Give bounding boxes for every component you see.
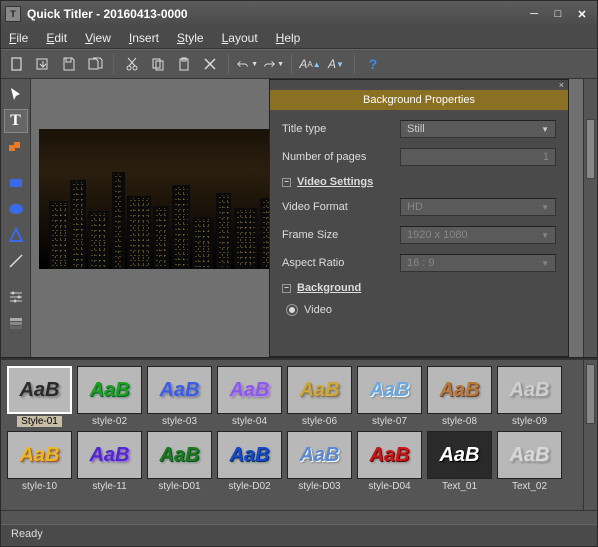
style-label: style-06 <box>302 416 337 427</box>
style-label: style-04 <box>232 416 267 427</box>
aspect-ratio-label: Aspect Ratio <box>282 257 392 269</box>
menu-view[interactable]: View <box>85 31 111 45</box>
properties-panel: × Background Properties Title type Still… <box>269 79 569 357</box>
paste-button[interactable] <box>172 52 196 76</box>
menu-help[interactable]: Help <box>276 31 301 45</box>
style-label: style-D01 <box>158 481 200 492</box>
copy-button[interactable] <box>146 52 170 76</box>
menu-insert[interactable]: Insert <box>129 31 159 45</box>
titlebar[interactable]: T Quick Titler - 20160413-0000 ─ □ ✕ <box>1 1 597 27</box>
save-as-button[interactable] <box>83 52 107 76</box>
bg-video-radio[interactable]: Video <box>286 304 556 316</box>
save-button[interactable] <box>57 52 81 76</box>
num-pages-input[interactable]: 1 <box>400 148 556 166</box>
style-thumb[interactable]: AaBstyle-09 <box>497 366 562 427</box>
canvas[interactable]: × Background Properties Title type Still… <box>31 79 583 357</box>
style-thumb[interactable]: AaBstyle-D01 <box>147 431 212 492</box>
style-label: Text_02 <box>512 481 547 492</box>
style-label: style-07 <box>372 416 407 427</box>
close-button[interactable]: ✕ <box>571 6 593 22</box>
menu-edit[interactable]: Edit <box>46 31 67 45</box>
style-gallery: AaBStyle-01AaBstyle-02AaBstyle-03AaBstyl… <box>1 358 597 510</box>
collapse-icon[interactable]: − <box>282 178 291 187</box>
style-thumb[interactable]: AaBText_01 <box>427 431 492 492</box>
toolbar: ▼ ▼ AA▲ A▼ ? <box>1 49 597 79</box>
triangle-tool[interactable] <box>4 223 28 247</box>
style-thumb[interactable]: AaBstyle-02 <box>77 366 142 427</box>
cut-button[interactable] <box>120 52 144 76</box>
video-format-label: Video Format <box>282 201 392 213</box>
panel-title: Background Properties <box>270 90 568 110</box>
gallery-vscrollbar[interactable] <box>583 360 597 510</box>
style-label: style-10 <box>22 481 57 492</box>
menu-style[interactable]: Style <box>177 31 204 45</box>
style-thumb[interactable]: AaBStyle-01 <box>7 366 72 427</box>
maximize-button[interactable]: □ <box>547 6 569 22</box>
style-thumb[interactable]: AaBstyle-08 <box>427 366 492 427</box>
style-thumb[interactable]: AaBText_02 <box>497 431 562 492</box>
style-thumb[interactable]: AaBstyle-04 <box>217 366 282 427</box>
video-preview <box>39 129 299 269</box>
video-format-select[interactable]: HD▼ <box>400 198 556 216</box>
style-label: style-09 <box>512 416 547 427</box>
layers-tool[interactable] <box>4 311 28 335</box>
minimize-button[interactable]: ─ <box>523 6 545 22</box>
style-label: style-D03 <box>298 481 340 492</box>
line-tool[interactable] <box>4 249 28 273</box>
video-settings-header[interactable]: − Video Settings <box>282 176 556 188</box>
settings-tool[interactable] <box>4 285 28 309</box>
style-label: style-08 <box>442 416 477 427</box>
background-header[interactable]: − Background <box>282 282 556 294</box>
ellipse-tool[interactable] <box>4 197 28 221</box>
menu-layout[interactable]: Layout <box>222 31 258 45</box>
frame-size-select[interactable]: 1920 x 1080▼ <box>400 226 556 244</box>
style-thumb[interactable]: AaBstyle-D04 <box>357 431 422 492</box>
text-size-up-button[interactable]: AA▲ <box>298 52 322 76</box>
style-label: style-D02 <box>228 481 270 492</box>
style-label: style-11 <box>92 481 126 492</box>
title-type-label: Title type <box>282 123 392 135</box>
open-button[interactable] <box>31 52 55 76</box>
style-label: style-D04 <box>368 481 410 492</box>
window-title: Quick Titler - 20160413-0000 <box>27 7 188 21</box>
app-icon: T <box>5 6 21 22</box>
style-thumb[interactable]: AaBstyle-D02 <box>217 431 282 492</box>
style-label: style-02 <box>92 416 127 427</box>
text-tool[interactable]: T <box>4 109 28 133</box>
text-size-down-button[interactable]: A▼ <box>324 52 348 76</box>
style-label: style-03 <box>162 416 197 427</box>
panel-close-icon[interactable]: × <box>270 80 568 90</box>
style-thumb[interactable]: AaBstyle-10 <box>7 431 72 492</box>
title-type-select[interactable]: Still▼ <box>400 120 556 138</box>
menu-file[interactable]: File <box>9 31 28 45</box>
delete-button[interactable] <box>198 52 222 76</box>
collapse-icon[interactable]: − <box>282 284 291 293</box>
style-label: Text_01 <box>442 481 477 492</box>
aspect-ratio-select[interactable]: 16 : 9▼ <box>400 254 556 272</box>
new-button[interactable] <box>5 52 29 76</box>
workspace: T <box>1 79 597 358</box>
style-thumb[interactable]: AaBstyle-11 <box>77 431 142 492</box>
help-button[interactable]: ? <box>361 52 385 76</box>
menubar: File Edit View Insert Style Layout Help <box>1 27 597 49</box>
num-pages-label: Number of pages <box>282 151 392 163</box>
undo-button[interactable]: ▼ <box>235 52 259 76</box>
vertical-scrollbar[interactable] <box>583 79 597 357</box>
image-tool[interactable] <box>4 135 28 159</box>
style-thumb[interactable]: AaBstyle-07 <box>357 366 422 427</box>
app-window: T Quick Titler - 20160413-0000 ─ □ ✕ Fil… <box>0 0 598 547</box>
style-thumb[interactable]: AaBstyle-D03 <box>287 431 352 492</box>
frame-size-label: Frame Size <box>282 229 392 241</box>
status-bar: Ready <box>1 524 597 546</box>
style-thumb[interactable]: AaBstyle-06 <box>287 366 352 427</box>
tool-palette: T <box>1 79 31 357</box>
gallery-hscrollbar[interactable] <box>1 510 597 524</box>
style-label: Style-01 <box>17 416 62 427</box>
select-tool[interactable] <box>4 83 28 107</box>
rectangle-tool[interactable] <box>4 171 28 195</box>
redo-button[interactable]: ▼ <box>261 52 285 76</box>
style-thumb[interactable]: AaBstyle-03 <box>147 366 212 427</box>
